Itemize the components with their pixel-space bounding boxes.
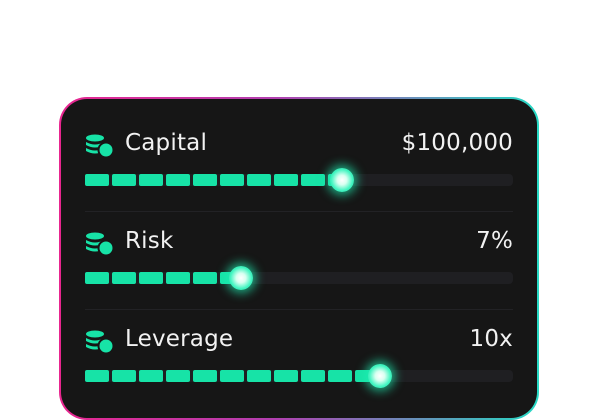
slider-fill-segment [139, 272, 163, 284]
slider-fill-segment [112, 370, 136, 382]
slider-fill-segment [274, 174, 298, 186]
leverage-slider-thumb[interactable] [368, 364, 393, 388]
capital-slider-track[interactable] [85, 168, 513, 192]
capital-slider-thumb[interactable] [329, 168, 354, 192]
slider-value: 10x [469, 326, 513, 352]
slider-fill [85, 174, 352, 186]
slider-row-capital: Capital $100,000 [61, 99, 537, 192]
leverage-slider-track[interactable] [85, 364, 513, 388]
slider-fill-segment [301, 370, 325, 382]
slider-fill-segment [301, 174, 325, 186]
slider-fill-segment [139, 174, 163, 186]
slider-fill-segment [85, 272, 109, 284]
slider-fill-segment [247, 174, 271, 186]
slider-fill-segment [220, 174, 244, 186]
coins-icon [86, 134, 115, 159]
slider-fill-segment [166, 370, 190, 382]
slider-fill-segment [166, 272, 190, 284]
coins-icon [86, 330, 115, 355]
settings-card: Capital $100,000 Risk 7% Leverage 10x [61, 99, 537, 418]
slider-fill [85, 370, 379, 382]
slider-label: Capital [125, 130, 208, 156]
settings-card-border: Capital $100,000 Risk 7% Leverage 10x [59, 97, 539, 420]
slider-fill-segment [139, 370, 163, 382]
slider-fill-segment [85, 370, 109, 382]
risk-slider-track[interactable] [85, 266, 513, 290]
slider-row-risk: Risk 7% [61, 197, 537, 290]
slider-fill-segment [193, 174, 217, 186]
slider-fill-segment [112, 272, 136, 284]
risk-slider-thumb[interactable] [229, 266, 254, 290]
slider-row-leverage: Leverage 10x [61, 295, 537, 388]
slider-value: 7% [476, 228, 513, 254]
slider-fill-segment [166, 174, 190, 186]
slider-fill-segment [112, 174, 136, 186]
slider-fill-segment [193, 370, 217, 382]
slider-fill-segment [220, 370, 244, 382]
slider-fill-segment [247, 370, 271, 382]
slider-label: Leverage [125, 326, 234, 352]
slider-fill-segment [193, 272, 217, 284]
slider-fill-segment [328, 370, 352, 382]
slider-fill-segment [85, 174, 109, 186]
slider-value: $100,000 [401, 130, 513, 156]
slider-fill-segment [274, 370, 298, 382]
slider-label: Risk [125, 228, 174, 254]
coins-icon [86, 232, 115, 257]
slider-fill [85, 272, 244, 284]
